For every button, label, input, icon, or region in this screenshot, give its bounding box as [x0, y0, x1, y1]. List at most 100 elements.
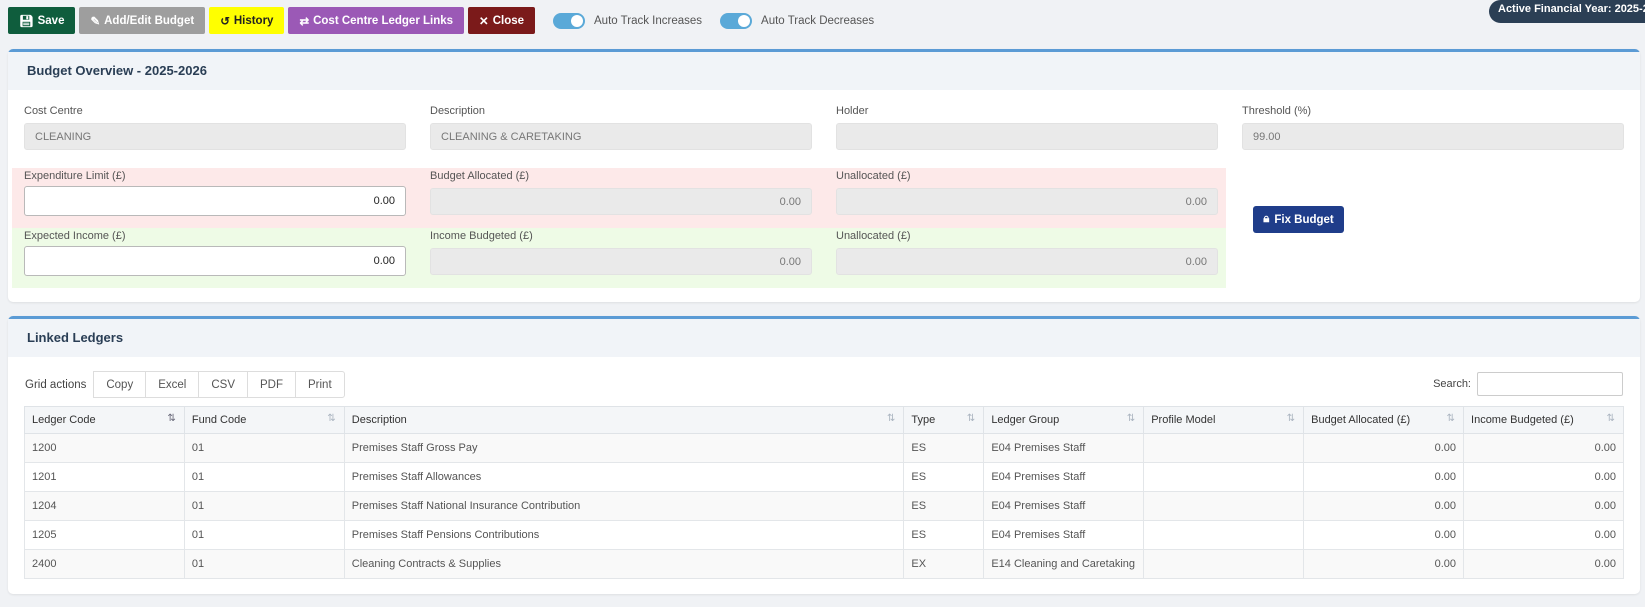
column-header-profile-model[interactable]: Profile Model ⇅	[1143, 406, 1305, 434]
cell-description: Premises Staff Allowances	[343, 462, 905, 492]
fix-budget-label: Fix Budget	[1274, 213, 1334, 226]
auto-track-increases-toggle[interactable]	[553, 12, 586, 29]
csv-button[interactable]: CSV	[198, 371, 248, 398]
auto-track-increases-wrap: Auto Track Increases	[553, 12, 703, 29]
cell-income-budgeted: 0.00	[1463, 549, 1624, 579]
cell-type: ES	[903, 491, 985, 521]
column-header-type[interactable]: Type ⇅	[903, 406, 985, 434]
threshold-field: 99.00	[1242, 123, 1624, 150]
budget-overview-title: Budget Overview - 2025-2026	[8, 52, 1640, 90]
sort-icon: ⇅	[327, 413, 336, 424]
income-budgeted-field: 0.00	[430, 248, 812, 275]
sort-icon: ⇅	[1446, 413, 1456, 424]
cell-ledger-code: 2400	[24, 549, 185, 579]
table-row[interactable]: 2400 01 Cleaning Contracts & Supplies EX…	[24, 549, 1624, 579]
cell-profile-model	[1143, 491, 1305, 521]
cost-centre-field: CLEANING	[24, 123, 406, 150]
column-header-ledger-group[interactable]: Ledger Group ⇅	[983, 406, 1145, 434]
fix-budget-button[interactable]: 🔒︎ Fix Budget	[1253, 206, 1344, 233]
unallocated-income-label: Unallocated (£)	[836, 230, 911, 242]
cell-income-budgeted: 0.00	[1463, 462, 1624, 492]
cell-profile-model	[1143, 433, 1305, 463]
sort-icon: ⇅	[1126, 413, 1136, 424]
header-label: Type	[911, 414, 936, 426]
column-header-budget-allocated[interactable]: Budget Allocated (£) ⇅	[1303, 406, 1465, 434]
header-label: Description	[351, 414, 407, 426]
budget-overview-card: Budget Overview - 2025-2026 Cost Centre …	[8, 49, 1640, 302]
close-label: Close	[492, 14, 525, 27]
header-label: Budget Allocated (£)	[1311, 414, 1411, 426]
cell-ledger-group: E04 Premises Staff	[983, 491, 1145, 521]
grid-actions-label: Grid actions	[25, 378, 87, 391]
cell-fund-code: 01	[183, 520, 345, 550]
unallocated-income-field: 0.00	[836, 248, 1218, 275]
table-row[interactable]: 1204 01 Premises Staff National Insuranc…	[24, 491, 1624, 521]
add-edit-budget-button[interactable]: ✎ Add/Edit Budget	[79, 7, 206, 34]
header-label: Ledger Group	[991, 414, 1060, 426]
cell-income-budgeted: 0.00	[1463, 433, 1624, 463]
header-label: Profile Model	[1151, 414, 1216, 426]
expected-income-input[interactable]: 0.00	[24, 246, 406, 276]
column-header-ledger-code[interactable]: Ledger Code ⇅	[24, 406, 185, 434]
excel-button[interactable]: Excel	[145, 371, 200, 398]
grid-actions: Grid actions Copy Excel CSV PDF Print	[25, 371, 345, 398]
cell-fund-code: 01	[183, 433, 345, 463]
auto-track-decreases-toggle[interactable]	[720, 12, 753, 29]
expenditure-limit-input[interactable]: 0.00	[24, 186, 406, 216]
auto-track-increases-label: Auto Track Increases	[594, 14, 703, 27]
history-icon: ↺	[220, 15, 230, 28]
cell-ledger-code: 1204	[24, 491, 185, 521]
table-row[interactable]: 1200 01 Premises Staff Gross Pay ES E04 …	[24, 433, 1624, 463]
history-label: History	[233, 14, 274, 27]
cell-fund-code: 01	[183, 462, 345, 492]
edit-icon: ✎	[90, 15, 101, 28]
header-label: Fund Code	[191, 414, 247, 426]
search-input[interactable]	[1477, 372, 1623, 396]
linked-ledgers-title: Linked Ledgers	[8, 319, 1640, 357]
cell-budget-allocated: 0.00	[1303, 433, 1465, 463]
close-icon: ✕	[479, 15, 489, 28]
cell-description: Premises Staff Gross Pay	[343, 433, 905, 463]
table-header-row: Ledger Code ⇅ Fund Code ⇅ Description ⇅ Typ…	[24, 406, 1624, 434]
history-button[interactable]: ↺ History	[209, 7, 285, 34]
pdf-button[interactable]: PDF	[247, 371, 296, 398]
close-button[interactable]: ✕ Close	[468, 7, 536, 34]
links-label: Cost Centre Ledger Links	[313, 14, 454, 27]
cell-budget-allocated: 0.00	[1303, 520, 1465, 550]
sort-icon: ⇅	[1606, 413, 1615, 424]
cell-fund-code: 01	[183, 491, 345, 521]
table-row[interactable]: 1205 01 Premises Staff Pensions Contribu…	[24, 520, 1624, 550]
cell-description: Premises Staff National Insurance Contri…	[343, 491, 905, 521]
description-field: CLEANING & CARETAKING	[430, 123, 812, 150]
auto-track-decreases-label: Auto Track Decreases	[761, 14, 875, 27]
cell-profile-model	[1143, 462, 1305, 492]
auto-track-decreases-wrap: Auto Track Decreases	[720, 12, 875, 29]
sort-icon: ⇅	[1286, 413, 1296, 424]
income-budgeted-label: Income Budgeted (£)	[430, 230, 533, 242]
unallocated-expenditure-label: Unallocated (£)	[836, 170, 911, 182]
column-header-income-budgeted[interactable]: Income Budgeted (£) ⇅	[1463, 406, 1624, 434]
cost-centre-ledger-links-button[interactable]: ⇄ Cost Centre Ledger Links	[288, 7, 465, 34]
table-row[interactable]: 1201 01 Premises Staff Allowances ES E04…	[24, 462, 1624, 492]
save-button[interactable]: 💾︎ Save	[8, 7, 76, 34]
cell-ledger-code: 1201	[24, 462, 185, 492]
cell-ledger-group: E04 Premises Staff	[983, 520, 1145, 550]
copy-button[interactable]: Copy	[93, 371, 147, 398]
linked-ledgers-card: Linked Ledgers Grid actions Copy Excel C…	[8, 316, 1640, 594]
ledgers-table: Ledger Code ⇅ Fund Code ⇅ Description ⇅ Typ…	[24, 406, 1624, 579]
cell-profile-model	[1143, 549, 1305, 579]
column-header-description[interactable]: Description ⇅	[343, 406, 905, 434]
print-button[interactable]: Print	[295, 371, 345, 398]
exchange-icon: ⇄	[299, 15, 310, 28]
cell-type: ES	[903, 520, 985, 550]
sort-icon: ⇅	[886, 413, 896, 424]
budget-allocated-field: 0.00	[430, 188, 812, 215]
search-label: Search:	[1433, 378, 1471, 390]
column-header-fund-code[interactable]: Fund Code ⇅	[183, 406, 345, 434]
header-label: Ledger Code	[32, 414, 96, 426]
cell-ledger-code: 1205	[24, 520, 185, 550]
cell-fund-code: 01	[183, 549, 345, 579]
cell-income-budgeted: 0.00	[1463, 491, 1624, 521]
description-label: Description	[430, 105, 486, 117]
lock-icon: 🔒︎	[1263, 213, 1270, 225]
